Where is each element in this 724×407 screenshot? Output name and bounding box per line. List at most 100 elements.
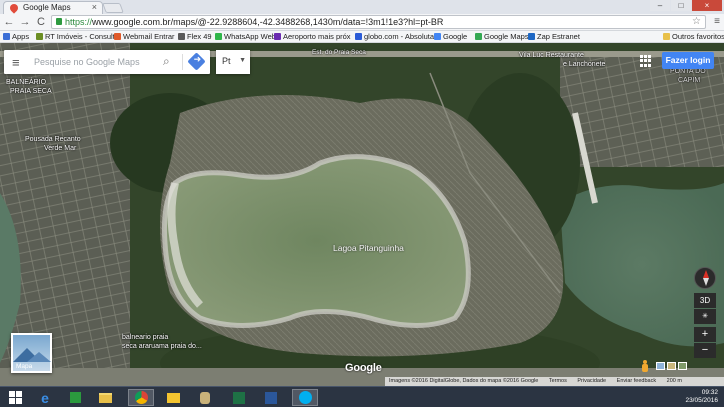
bookmark-label: WhatsApp Web bbox=[224, 32, 276, 41]
bookmark-item[interactable]: Zap Estranet bbox=[528, 32, 580, 41]
label-lanchonete: e Lanchonete bbox=[563, 61, 606, 68]
url-path: /maps/@-22.9288604,-42.3488268,1430m/dat… bbox=[170, 17, 444, 27]
system-clock[interactable]: 09:32 23/05/2016 bbox=[685, 389, 718, 405]
new-tab-button[interactable] bbox=[102, 3, 124, 13]
back-button[interactable]: ← bbox=[3, 16, 15, 28]
tilt-3d-button[interactable]: 3D bbox=[694, 293, 716, 308]
bookmark-item[interactable]: Webmail Entrar bbox=[114, 32, 175, 41]
windows-logo-icon bbox=[8, 391, 22, 404]
search-divider bbox=[182, 54, 183, 70]
url-text: https://www.google.com.br/maps/@-22.9288… bbox=[65, 17, 443, 27]
imagery-thumbnails[interactable] bbox=[656, 362, 687, 370]
reload-button[interactable]: C bbox=[35, 16, 47, 28]
chevron-down-icon: ▼ bbox=[239, 57, 246, 64]
pegman-icon[interactable] bbox=[642, 360, 648, 372]
tool-icon[interactable] bbox=[192, 389, 218, 406]
word-icon[interactable] bbox=[258, 389, 284, 406]
bookmark-label: Webmail Entrar bbox=[123, 32, 175, 41]
bookmark-star-icon[interactable]: ☆ bbox=[692, 16, 701, 27]
bookmark-label: Flex 49 bbox=[187, 32, 212, 41]
lagoa-label: Lagoa Pitanguinha bbox=[333, 243, 404, 253]
file-explorer-icon[interactable] bbox=[92, 389, 118, 406]
bookmark-item[interactable]: globo.com - Absoluta bbox=[355, 32, 434, 41]
bookmark-label: Google bbox=[443, 32, 468, 41]
label-capim: CAPIM bbox=[678, 77, 701, 84]
clock-date: 23/05/2016 bbox=[685, 397, 718, 404]
bookmark-item[interactable]: Apps bbox=[3, 32, 29, 41]
satellite-map[interactable]: BALNEÁRIO PRAIA SECA Pousada Recanto Ver… bbox=[0, 43, 724, 386]
bookmark-label: Zap Estranet bbox=[537, 32, 580, 41]
google-logo: Google bbox=[345, 362, 382, 374]
bookmarks-bar: Apps RT Imóveis - Consulto Webmail Entrar F… bbox=[0, 31, 724, 43]
forward-button[interactable]: → bbox=[19, 16, 31, 28]
label-balneario: BALNEÁRIO bbox=[6, 79, 47, 86]
skype-icon[interactable] bbox=[292, 389, 318, 406]
label-ponta-do: PONTA DO bbox=[670, 68, 706, 75]
rotate-icon[interactable]: ✳ bbox=[694, 309, 716, 324]
bookmark-item[interactable]: Aeroporto mais próx bbox=[274, 32, 351, 41]
search-input[interactable] bbox=[34, 54, 159, 70]
bookmark-favicon-icon bbox=[114, 33, 121, 40]
close-window-button[interactable]: × bbox=[692, 0, 722, 11]
menu-icon[interactable]: ≡ bbox=[12, 55, 20, 70]
other-favorites-folder[interactable]: Outros favoritos bbox=[663, 32, 724, 41]
bookmark-item[interactable]: RT Imóveis - Consulto bbox=[36, 32, 119, 41]
tab-title: Google Maps bbox=[23, 3, 71, 12]
store-icon[interactable] bbox=[62, 389, 88, 406]
apps-grid-icon[interactable] bbox=[640, 55, 652, 67]
internet-explorer-icon[interactable]: e bbox=[32, 389, 58, 406]
bookmark-label: Aeroporto mais próx bbox=[283, 32, 351, 41]
directions-icon[interactable]: ➜ bbox=[187, 52, 206, 71]
map-attribution: Imagens ©2016 DigitalGlobe, Dados do map… bbox=[385, 377, 724, 386]
start-button[interactable] bbox=[2, 389, 28, 406]
browser-menu-icon[interactable]: ≡ bbox=[714, 16, 720, 27]
terms-link[interactable]: Termos bbox=[549, 378, 567, 384]
tab-close-icon[interactable]: × bbox=[92, 2, 97, 12]
scale-text: 200 m bbox=[666, 378, 682, 384]
attribution-text: Imagens ©2016 DigitalGlobe, Dados do map… bbox=[389, 378, 539, 384]
bookmark-label: RT Imóveis - Consulto bbox=[45, 32, 119, 41]
feedback-link[interactable]: Enviar feedback bbox=[617, 378, 656, 384]
satellite-imagery bbox=[0, 43, 724, 386]
bookmark-item[interactable]: Google Maps bbox=[475, 32, 529, 41]
google-maps-favicon-icon bbox=[8, 2, 20, 14]
tab-strip: Google Maps × – □ × bbox=[0, 0, 724, 14]
mail-icon[interactable] bbox=[160, 389, 186, 406]
compass-north bbox=[703, 270, 709, 278]
bookmark-item[interactable]: WhatsApp Web bbox=[215, 32, 276, 41]
maximize-button[interactable]: □ bbox=[671, 0, 691, 11]
tab-google-maps[interactable]: Google Maps × bbox=[3, 1, 103, 14]
bookmark-favicon-icon bbox=[434, 33, 441, 40]
bookmark-favicon-icon bbox=[3, 33, 10, 40]
folder-icon bbox=[663, 33, 670, 40]
bookmark-favicon-icon bbox=[475, 33, 482, 40]
login-button[interactable]: Fazer login bbox=[662, 52, 714, 69]
search-icon[interactable]: ⌕ bbox=[163, 54, 170, 69]
clock-time: 09:32 bbox=[701, 389, 718, 396]
bookmark-favicon-icon bbox=[215, 33, 222, 40]
label-estrada: Est. do Praia Seca bbox=[312, 49, 366, 56]
url-host: www.google.com.br bbox=[92, 17, 171, 27]
excel-icon[interactable] bbox=[226, 389, 252, 406]
language-value: Pt bbox=[222, 56, 231, 66]
mountain-icon-small bbox=[27, 352, 51, 362]
url-prefix: https:// bbox=[65, 17, 93, 27]
bookmark-item[interactable]: Flex 49 bbox=[178, 32, 212, 41]
address-bar[interactable]: https://www.google.com.br/maps/@-22.9288… bbox=[51, 15, 706, 29]
minimize-button[interactable]: – bbox=[650, 0, 670, 11]
bookmark-item[interactable]: Google bbox=[434, 32, 467, 41]
zoom-in-button[interactable]: + bbox=[694, 327, 716, 342]
language-select[interactable]: Pt ▼ bbox=[216, 50, 250, 74]
compass-icon[interactable] bbox=[694, 267, 716, 289]
bookmark-favicon-icon bbox=[274, 33, 281, 40]
bookmark-label: globo.com - Absoluta bbox=[364, 32, 435, 41]
chrome-taskbar-icon[interactable] bbox=[128, 389, 154, 406]
map-layer-toggle[interactable]: Mapa bbox=[11, 333, 52, 373]
label-praia-seca: PRAIA SECA bbox=[10, 88, 52, 95]
privacy-link[interactable]: Privacidade bbox=[577, 378, 606, 384]
window-controls: – □ × bbox=[650, 0, 722, 12]
label-restaurante: Vila Luc Restaurante bbox=[519, 52, 584, 59]
bookmark-favicon-icon bbox=[528, 33, 535, 40]
windows-taskbar: e 09:32 23/05/2016 bbox=[0, 386, 724, 407]
zoom-out-button[interactable]: − bbox=[694, 343, 716, 358]
